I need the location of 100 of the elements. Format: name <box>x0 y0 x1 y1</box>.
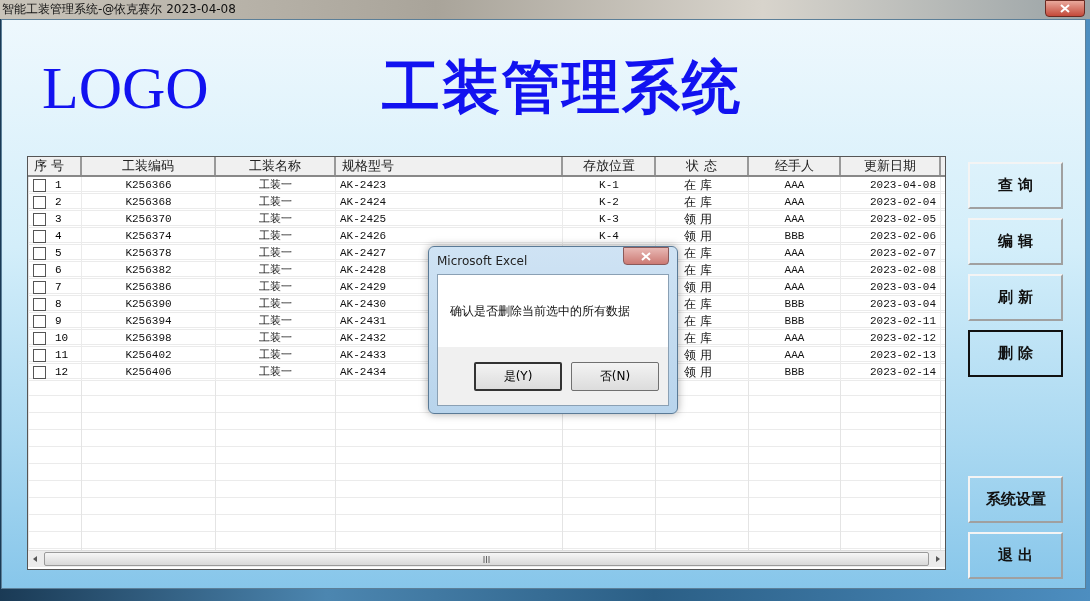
table-cell: K256394 <box>82 313 216 329</box>
table-cell: K256382 <box>82 262 216 278</box>
row-checkbox[interactable] <box>33 178 46 192</box>
table-cell: K256406 <box>82 364 216 380</box>
close-button[interactable] <box>1045 0 1085 17</box>
window-title: 智能工装管理系统-@依克赛尔 2023-04-08 <box>2 1 236 18</box>
table-cell: 领 用 <box>656 228 749 244</box>
row-number: 3 <box>55 213 62 225</box>
table-cell: AAA <box>749 347 841 363</box>
table-cell: 工装一 <box>216 228 336 244</box>
table-cell: BBB <box>749 313 841 329</box>
table-cell: 在 库 <box>656 177 749 193</box>
table-cell: 2023-02-04 <box>841 194 941 210</box>
left-arrow-icon[interactable] <box>31 555 39 563</box>
action-button[interactable]: 删 除 <box>968 330 1063 377</box>
table-cell: 2023-02-06 <box>841 228 941 244</box>
column-header: 工装编码 <box>82 157 216 175</box>
table-cell: 2023-02-13 <box>841 347 941 363</box>
table-cell: K-3 <box>563 211 656 227</box>
table-cell: 工装一 <box>216 296 336 312</box>
column-header: 序 号 <box>28 157 82 175</box>
table-cell: AAA <box>749 245 841 261</box>
table-cell: K256402 <box>82 347 216 363</box>
column-header: 经手人 <box>749 157 841 175</box>
table-cell: K-2 <box>563 194 656 210</box>
table-cell: AAA <box>749 330 841 346</box>
table-cell: 2023-02-14 <box>841 364 941 380</box>
table-cell: AAA <box>749 262 841 278</box>
table-cell: K-1 <box>563 177 656 193</box>
row-checkbox[interactable] <box>33 297 46 311</box>
column-header: 规格型号 <box>336 157 563 175</box>
table-cell: K256378 <box>82 245 216 261</box>
row-checkbox[interactable] <box>33 246 46 260</box>
row-number: 4 <box>55 230 62 242</box>
table-cell: AK-2424 <box>336 194 563 210</box>
table-cell: K256368 <box>82 194 216 210</box>
row-number: 12 <box>55 366 69 378</box>
row-number: 11 <box>55 349 69 361</box>
table-cell: BBB <box>749 228 841 244</box>
row-number: 9 <box>55 315 62 327</box>
table-cell: 工装一 <box>216 347 336 363</box>
scrollbar-thumb[interactable] <box>44 552 929 566</box>
table-cell: AAA <box>749 279 841 295</box>
table-cell: 工装一 <box>216 279 336 295</box>
row-checkbox[interactable] <box>33 331 46 345</box>
logo-text: LOGO <box>42 53 210 123</box>
action-button[interactable]: 查 询 <box>968 162 1063 209</box>
row-number: 2 <box>55 196 62 208</box>
table-cell: BBB <box>749 364 841 380</box>
row-checkbox[interactable] <box>33 263 46 277</box>
column-header: 存放位置 <box>563 157 656 175</box>
row-number: 8 <box>55 298 62 310</box>
table-cell: K256374 <box>82 228 216 244</box>
table-cell: 工装一 <box>216 313 336 329</box>
table-cell: AK-2425 <box>336 211 563 227</box>
row-checkbox[interactable] <box>33 365 46 379</box>
row-number: 10 <box>55 332 69 344</box>
row-number: 1 <box>55 179 62 191</box>
column-header: 工装名称 <box>216 157 336 175</box>
row-number: 6 <box>55 264 62 276</box>
action-button[interactable]: 编 辑 <box>968 218 1063 265</box>
table-cell: K256398 <box>82 330 216 346</box>
table-cell: 2023-03-04 <box>841 279 941 295</box>
table-cell: BBB <box>749 296 841 312</box>
table-cell: 工装一 <box>216 211 336 227</box>
row-number: 5 <box>55 247 62 259</box>
table-cell: 2023-02-12 <box>841 330 941 346</box>
table-cell: 2023-02-08 <box>841 262 941 278</box>
table-cell: 2023-02-11 <box>841 313 941 329</box>
action-button[interactable]: 刷 新 <box>968 274 1063 321</box>
row-checkbox[interactable] <box>33 229 46 243</box>
table-cell: K256390 <box>82 296 216 312</box>
row-checkbox[interactable] <box>33 314 46 328</box>
row-checkbox[interactable] <box>33 212 46 226</box>
row-checkbox[interactable] <box>33 348 46 362</box>
table-cell: K256386 <box>82 279 216 295</box>
table-cell: 在 库 <box>656 194 749 210</box>
table-cell: 2023-04-08 <box>841 177 941 193</box>
table-cell: 领 用 <box>656 211 749 227</box>
table-cell: AAA <box>749 211 841 227</box>
row-checkbox[interactable] <box>33 280 46 294</box>
table-cell: K256370 <box>82 211 216 227</box>
row-checkbox[interactable] <box>33 195 46 209</box>
table-cell: 工装一 <box>216 245 336 261</box>
dialog-close-button[interactable] <box>623 247 669 265</box>
table-cell: 2023-03-04 <box>841 296 941 312</box>
dialog-button[interactable]: 是(Y) <box>474 361 562 391</box>
horizontal-scrollbar[interactable] <box>28 550 945 567</box>
action-button[interactable]: 系统设置 <box>968 476 1063 523</box>
table-cell: AK-2423 <box>336 177 563 193</box>
table-cell: 2023-02-05 <box>841 211 941 227</box>
table-cell: K256366 <box>82 177 216 193</box>
right-arrow-icon[interactable] <box>934 555 942 563</box>
table-cell: 2023-02-07 <box>841 245 941 261</box>
action-button[interactable]: 退 出 <box>968 532 1063 579</box>
table-cell: K-4 <box>563 228 656 244</box>
column-header: 状 态 <box>656 157 749 175</box>
app-title: 工装管理系统 <box>382 52 742 123</box>
row-number: 7 <box>55 281 62 293</box>
dialog-button[interactable]: 否(N) <box>571 361 659 391</box>
